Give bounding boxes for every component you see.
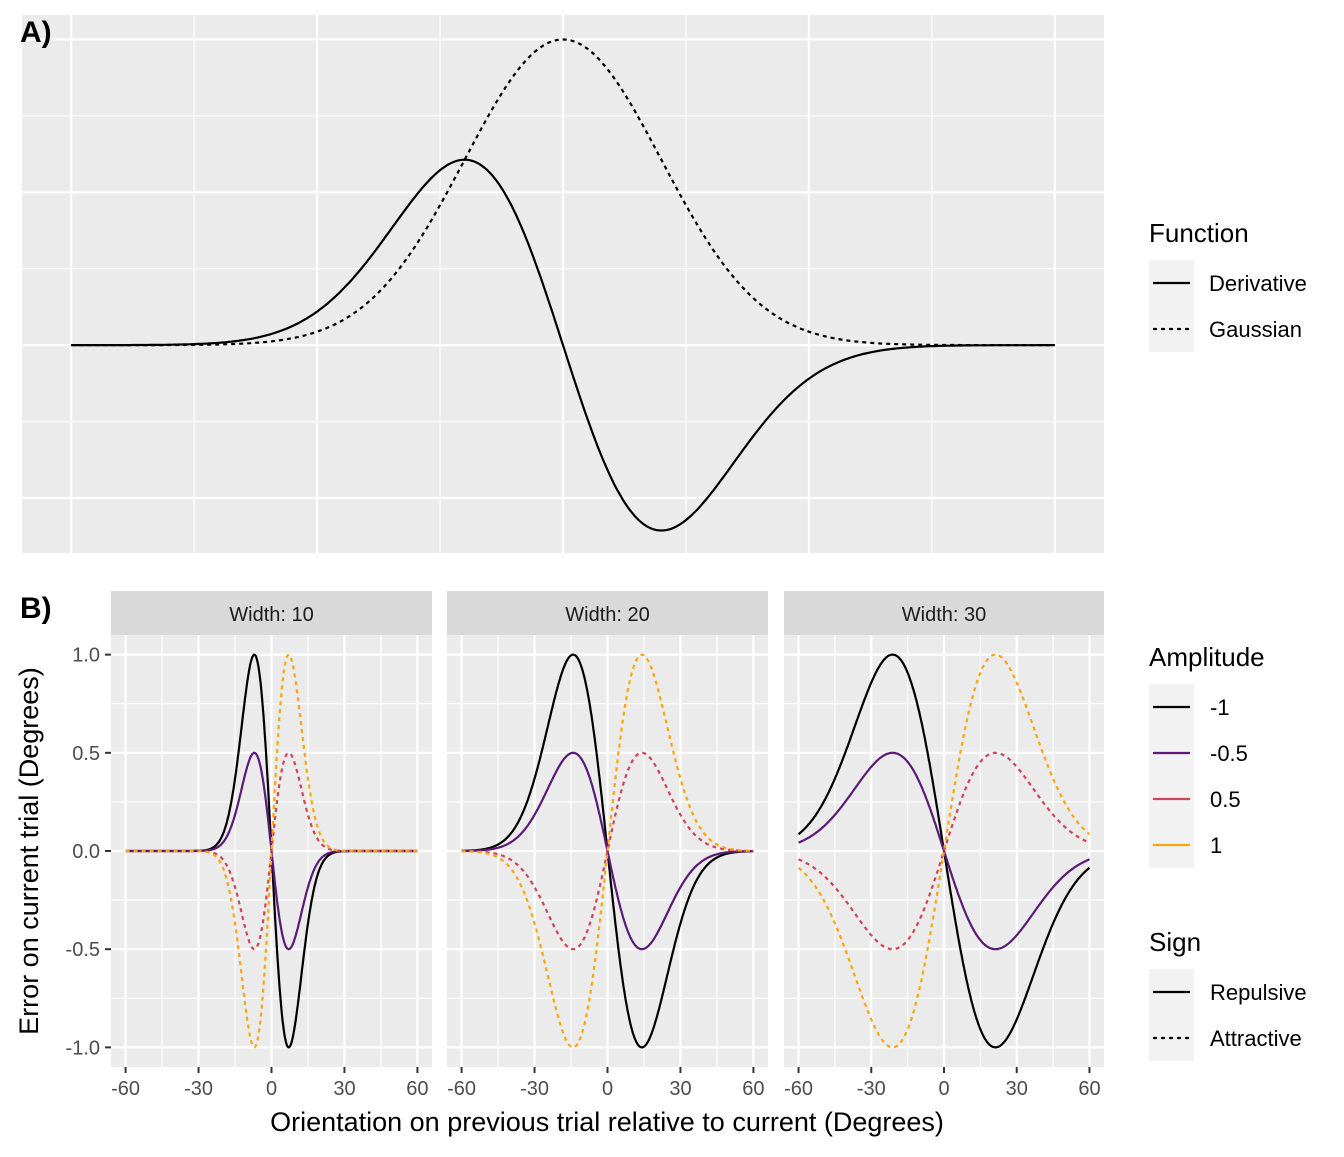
x-axis-title: Orientation on previous trial relative t… [270,1107,944,1137]
x-tick-label: 60 [1078,1078,1100,1100]
x-tick-label: -30 [184,1078,213,1100]
legend-function-keys-bg [1149,260,1194,352]
legend-amplitude-keys-bg [1149,684,1194,868]
facet-strip-label: Width: 30 [902,604,986,626]
x-tick-label: -30 [520,1078,549,1100]
y-tick-label: 0.5 [72,743,100,765]
legend-label-repulsive: Repulsive [1210,980,1307,1005]
y-tick-label: 0.0 [72,841,100,863]
x-tick-label: 0 [266,1078,277,1100]
y-tick-label: -1.0 [66,1037,100,1059]
facet-strip-label: Width: 20 [565,604,649,626]
legend-amplitude-title: Amplitude [1149,642,1265,672]
x-tick-label: 60 [742,1078,764,1100]
x-tick-label: 0 [938,1078,949,1100]
legend-label-amplitude: 0.5 [1210,787,1241,812]
x-tick-label: 60 [406,1078,428,1100]
x-tick-label: -60 [447,1078,476,1100]
facet-strip-label: Width: 10 [229,604,313,626]
x-tick-label: 30 [333,1078,355,1100]
panel-a-label: A) [20,16,52,49]
legend-label-amplitude: -0.5 [1210,741,1248,766]
y-axis-title: Error on current trial (Degrees) [14,667,44,1035]
figure: A) Function Derivative Gaussian B) Width: 10 -… [14,15,1307,1137]
panel-b-label: B) [20,592,52,625]
legend-label-attractive: Attractive [1210,1026,1302,1051]
y-tick-label: -0.5 [66,939,100,961]
legend-label-gaussian: Gaussian [1209,317,1302,342]
legend-label-amplitude: -1 [1210,695,1230,720]
legend-function-title: Function [1149,218,1249,248]
x-tick-label: 0 [602,1078,613,1100]
legend-label-amplitude: 1 [1210,833,1222,858]
x-tick-label: 30 [669,1078,691,1100]
legend-label-derivative: Derivative [1209,271,1307,296]
legend-sign-keys-bg [1149,969,1194,1061]
x-tick-label: -60 [784,1078,813,1100]
y-tick-label: 1.0 [72,645,100,667]
x-tick-label: 30 [1006,1078,1028,1100]
legend-sign-title: Sign [1149,927,1201,957]
x-tick-label: -60 [111,1078,140,1100]
x-tick-label: -30 [857,1078,886,1100]
